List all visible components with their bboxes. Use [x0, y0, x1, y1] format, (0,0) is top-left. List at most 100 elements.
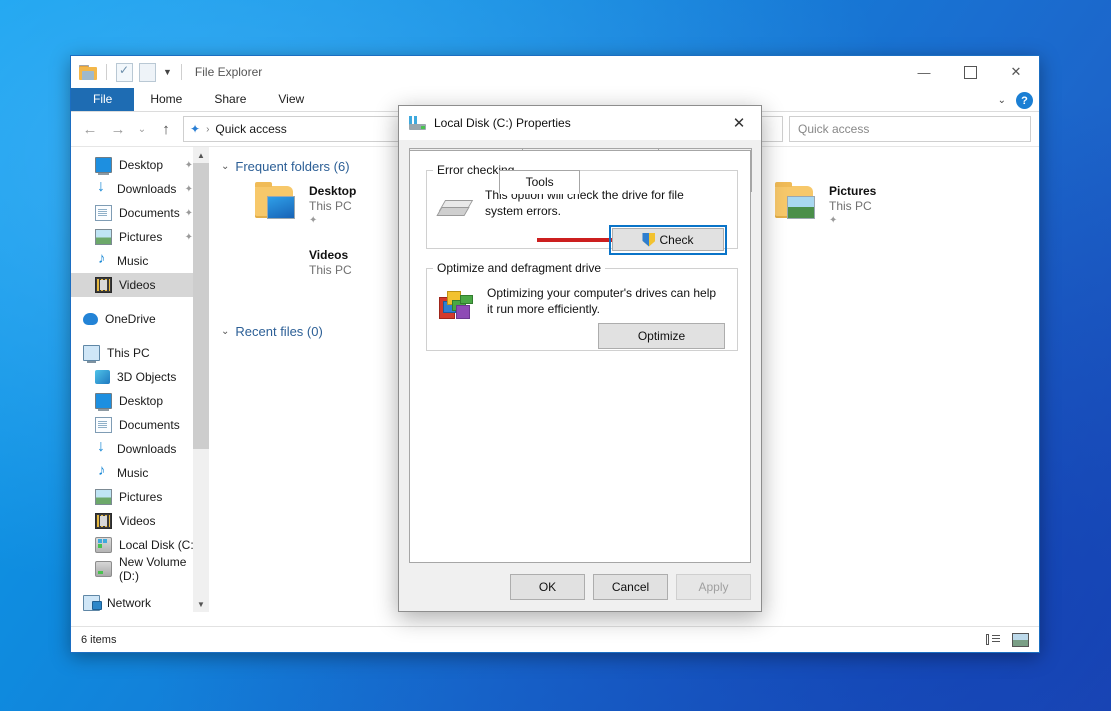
- folder-icon: [773, 182, 819, 222]
- dialog-close-button[interactable]: ✕: [717, 106, 761, 140]
- scrollbar-thumb[interactable]: [193, 163, 209, 449]
- breadcrumb-path[interactable]: Quick access: [215, 122, 286, 136]
- hard-drive-icon: [436, 195, 474, 219]
- dialog-footer: OK Cancel Apply: [409, 574, 751, 600]
- toolbar-divider-2: [180, 64, 182, 80]
- sidebar-item-pc-downloads[interactable]: Downloads: [71, 437, 209, 461]
- item-location: This PC: [309, 199, 352, 213]
- large-icons-view-icon[interactable]: [1011, 632, 1029, 648]
- music-icon: [95, 250, 110, 268]
- optimize-description: Optimizing your computer's drives can he…: [487, 286, 717, 316]
- item-name: Pictures: [829, 184, 877, 198]
- sidebar-item-label: Pictures: [119, 490, 163, 504]
- maximize-button[interactable]: [947, 56, 993, 88]
- sidebar-item-label: Videos: [119, 514, 156, 528]
- forward-button[interactable]: →: [107, 118, 129, 140]
- sidebar-item-local-disk-c[interactable]: Local Disk (C:): [71, 533, 209, 557]
- sidebar-item-label: Downloads: [117, 182, 177, 196]
- chevron-down-icon[interactable]: ⌄: [221, 326, 229, 337]
- sidebar-item-label: Desktop: [119, 394, 164, 408]
- list-item[interactable]: Pictures This PC ✦: [773, 182, 1033, 234]
- sidebar-item-network[interactable]: Network: [71, 591, 209, 615]
- scroll-up-icon[interactable]: ▲: [193, 147, 209, 163]
- sidebar-item-pictures[interactable]: Pictures ✦: [71, 225, 209, 249]
- sidebar-item-desktop[interactable]: Desktop ✦: [71, 153, 209, 177]
- search-input[interactable]: Quick access: [789, 116, 1031, 142]
- local-disk-icon: [409, 116, 426, 130]
- sidebar-item-pc-videos[interactable]: Videos: [71, 509, 209, 533]
- expand-ribbon-icon[interactable]: ⌄: [998, 95, 1006, 106]
- sidebar-item-downloads[interactable]: Downloads ✦: [71, 177, 209, 201]
- ribbon-right-controls: ⌄ ?: [998, 92, 1033, 109]
- quick-access-toolbar: ▼: [79, 62, 185, 82]
- recent-locations-button[interactable]: ⌄: [135, 118, 149, 140]
- pin-icon: ✦: [190, 122, 201, 136]
- pc-icon: [83, 345, 100, 363]
- chevron-down-icon[interactable]: ⌄: [221, 161, 229, 172]
- minimize-button[interactable]: —: [901, 56, 947, 88]
- check-button[interactable]: Check: [612, 228, 724, 251]
- sidebar-item-pc-pictures[interactable]: Pictures: [71, 485, 209, 509]
- back-button[interactable]: ←: [79, 118, 101, 140]
- customize-caret-icon[interactable]: ▼: [163, 67, 172, 77]
- pin-icon: ✦: [309, 215, 318, 226]
- sidebar-item-this-pc[interactable]: This PC: [71, 341, 209, 365]
- sidebar-item-3d-objects[interactable]: 3D Objects: [71, 365, 209, 389]
- sidebar-item-music[interactable]: Music: [71, 249, 209, 273]
- pin-icon: ✦: [829, 215, 838, 226]
- sidebar-item-pc-desktop[interactable]: Desktop: [71, 389, 209, 413]
- download-icon: [95, 438, 110, 456]
- optimize-button[interactable]: Optimize: [598, 323, 725, 349]
- apply-button: Apply: [676, 574, 751, 600]
- sidebar-item-videos[interactable]: Videos: [71, 273, 209, 297]
- properties-icon[interactable]: [116, 62, 133, 82]
- document-icon: [95, 205, 112, 221]
- tab-tools[interactable]: Tools: [499, 170, 581, 194]
- local-disk-icon: [95, 537, 112, 553]
- sidebar-item-label: 3D Objects: [117, 370, 177, 384]
- pin-icon: ✦: [184, 183, 193, 195]
- defragment-icon: [439, 289, 473, 319]
- tab-home[interactable]: Home: [134, 88, 198, 111]
- tab-file[interactable]: File: [71, 88, 135, 111]
- group-title: Frequent folders (6): [235, 159, 350, 174]
- cloud-icon: [83, 313, 98, 325]
- up-button[interactable]: ↑: [155, 118, 177, 140]
- sidebar-item-new-volume-d[interactable]: New Volume (D:): [71, 555, 209, 583]
- pin-icon: ✦: [184, 231, 193, 243]
- optimize-group: Optimize and defragment drive Optimizing…: [426, 261, 738, 351]
- download-icon: [95, 178, 110, 196]
- sidebar-item-label: Documents: [119, 418, 180, 432]
- video-icon: [95, 513, 112, 529]
- title-bar: ▼ File Explorer — ✕: [71, 56, 1039, 88]
- details-view-icon[interactable]: [984, 632, 1002, 648]
- item-location: This PC: [829, 199, 872, 213]
- local-disk-properties-dialog: Local Disk (C:) Properties ✕ Security Pr…: [398, 105, 762, 612]
- sidebar-item-pc-documents[interactable]: Documents: [71, 413, 209, 437]
- tools-tab-panel: Error checking This option will check th…: [409, 150, 751, 563]
- tab-view[interactable]: View: [262, 88, 320, 111]
- folder-icon: [253, 182, 299, 222]
- close-button[interactable]: ✕: [993, 56, 1039, 88]
- optimize-legend: Optimize and defragment drive: [437, 261, 602, 275]
- navigation-scrollbar[interactable]: ▲ ▼: [193, 147, 209, 612]
- sidebar-item-onedrive[interactable]: OneDrive: [71, 307, 209, 331]
- folder-icon[interactable]: [79, 64, 97, 80]
- tab-share[interactable]: Share: [198, 88, 262, 111]
- sidebar-item-label: OneDrive: [105, 312, 156, 326]
- dialog-title-bar: Local Disk (C:) Properties ✕: [399, 106, 761, 140]
- new-folder-icon[interactable]: [139, 62, 156, 82]
- ok-button[interactable]: OK: [510, 574, 585, 600]
- app-title: File Explorer: [194, 65, 263, 79]
- item-count: 6 items: [81, 633, 117, 646]
- item-location: This PC: [309, 263, 352, 277]
- sidebar-item-label: Documents: [119, 206, 180, 220]
- sidebar-item-documents[interactable]: Documents ✦: [71, 201, 209, 225]
- cancel-button[interactable]: Cancel: [593, 574, 668, 600]
- sidebar-item-pc-music[interactable]: Music: [71, 461, 209, 485]
- item-name: Videos: [309, 248, 349, 262]
- help-icon[interactable]: ?: [1016, 92, 1033, 109]
- breadcrumb-separator: ›: [206, 123, 210, 135]
- scroll-down-icon[interactable]: ▼: [193, 596, 209, 612]
